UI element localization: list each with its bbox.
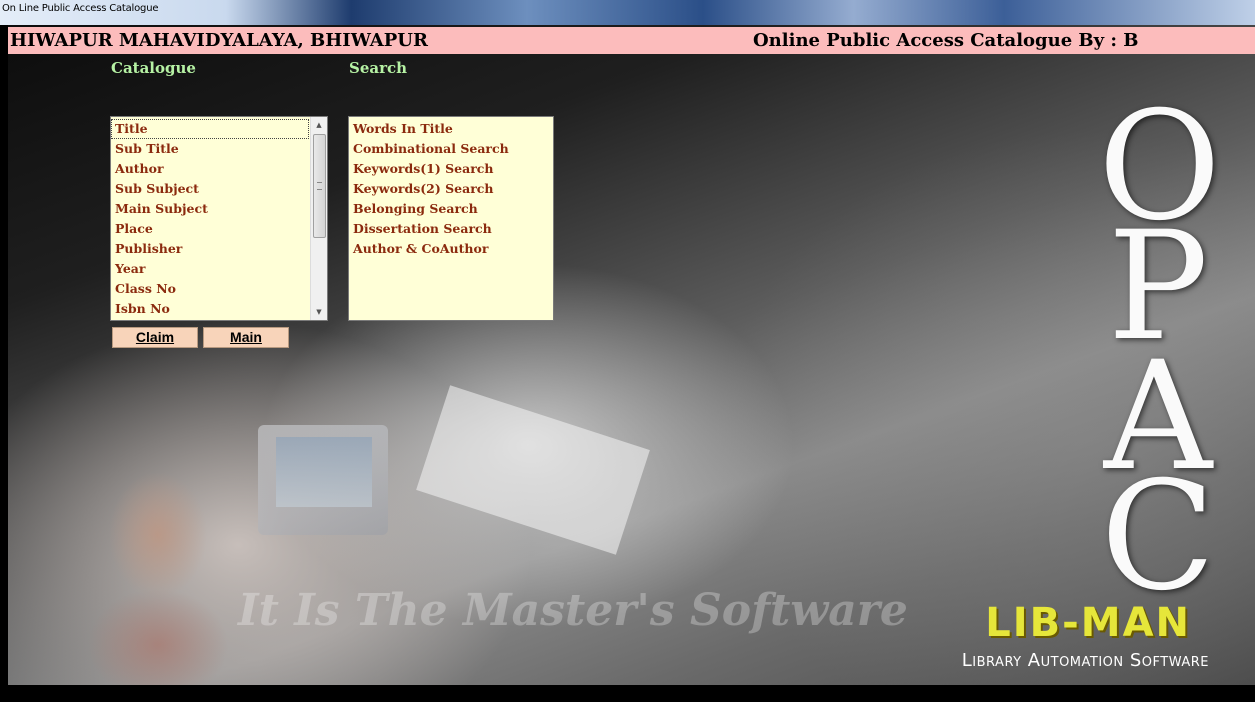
libman-tagline: Library Automation Software (961, 650, 1209, 671)
claim-button-mnemonic: C (135, 329, 147, 345)
main-button-label: ain (241, 329, 262, 345)
catalogue-item-sub-title[interactable]: Sub Title (111, 139, 309, 159)
app-window: On Line Public Access Catalogue HIWAPUR … (0, 0, 1255, 702)
libman-logo: LIB-MAN (985, 600, 1191, 646)
window-title: On Line Public Access Catalogue (2, 3, 159, 14)
catalogue-item-author[interactable]: Author (111, 159, 309, 179)
search-item-words-in-title[interactable]: Words In Title (349, 119, 553, 139)
catalogue-item-main-subject[interactable]: Main Subject (111, 199, 309, 219)
catalogue-item-sub-subject[interactable]: Sub Subject (111, 179, 309, 199)
up-arrow-icon[interactable]: ▲ (311, 117, 327, 133)
catalogue-item-title[interactable]: Title (111, 119, 309, 139)
main-client-area: HIWAPUR MAHAVIDYALAYA, BHIWAPUR Online P… (8, 25, 1255, 685)
scroll-thumb[interactable] (313, 134, 326, 238)
title-bar[interactable]: On Line Public Access Catalogue (0, 0, 1255, 25)
claim-button-label: laim (146, 329, 175, 345)
opac-letter-c: C (1100, 450, 1216, 624)
claim-button[interactable]: Claim (112, 327, 198, 348)
catalogue-items: Title Sub Title Author Sub Subject Main … (111, 119, 309, 319)
background-person-image (68, 455, 248, 685)
catalogue-item-class-no[interactable]: Class No (111, 279, 309, 299)
search-item-belonging[interactable]: Belonging Search (349, 199, 553, 219)
main-button-mnemonic: M (230, 329, 242, 345)
opac-by-label: Online Public Access Catalogue By : B (753, 30, 1139, 51)
search-item-author-coauthor[interactable]: Author & CoAuthor (349, 239, 553, 259)
college-name: HIWAPUR MAHAVIDYALAYA, BHIWAPUR (10, 30, 428, 51)
search-item-keywords-2[interactable]: Keywords(2) Search (349, 179, 553, 199)
background-computer-screen (276, 437, 372, 507)
search-listbox[interactable]: Words In Title Combinational Search Keyw… (348, 116, 554, 321)
search-heading: Search (349, 59, 408, 77)
catalogue-item-publisher[interactable]: Publisher (111, 239, 309, 259)
search-item-keywords-1[interactable]: Keywords(1) Search (349, 159, 553, 179)
catalogue-item-place[interactable]: Place (111, 219, 309, 239)
search-item-combinational[interactable]: Combinational Search (349, 139, 553, 159)
search-item-dissertation[interactable]: Dissertation Search (349, 219, 553, 239)
watermark-text: It Is The Master's Software (238, 585, 908, 636)
catalogue-item-isbn-no[interactable]: Isbn No (111, 299, 309, 319)
down-arrow-icon[interactable]: ▼ (311, 304, 327, 320)
search-items: Words In Title Combinational Search Keyw… (349, 119, 553, 259)
bottom-strip (0, 685, 1255, 702)
scroll-grip-icon (317, 182, 322, 190)
catalogue-listbox[interactable]: Title Sub Title Author Sub Subject Main … (110, 116, 328, 321)
catalogue-heading: Catalogue (111, 59, 196, 77)
catalogue-item-year[interactable]: Year (111, 259, 309, 279)
header-bar: HIWAPUR MAHAVIDYALAYA, BHIWAPUR Online P… (8, 27, 1255, 54)
main-button[interactable]: Main (203, 327, 289, 348)
background-papers-image (416, 385, 650, 555)
catalogue-scrollbar[interactable]: ▲ ▼ (310, 117, 327, 320)
